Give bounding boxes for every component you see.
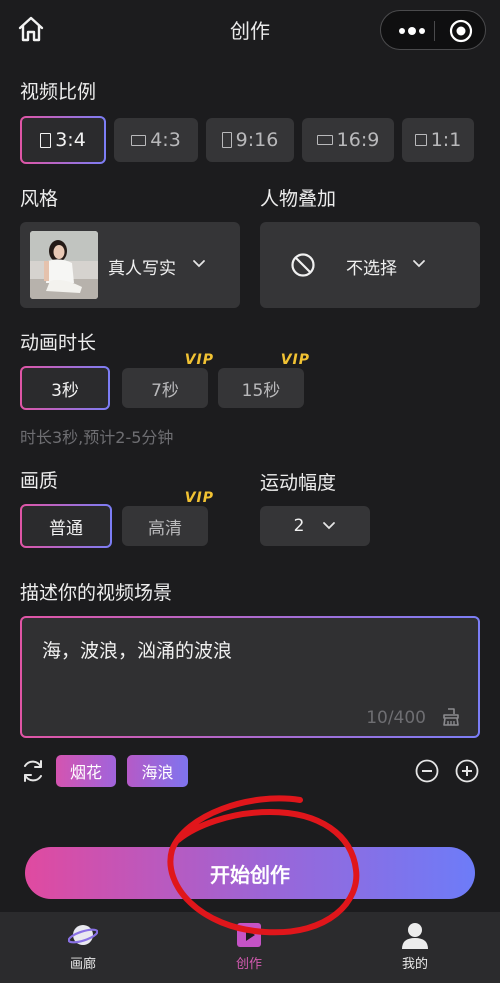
style-selector[interactable]: 真人写实	[20, 222, 240, 308]
suggestion-tag[interactable]: 海浪	[127, 755, 188, 787]
style-label: 风格	[20, 188, 59, 210]
tab-me[interactable]: 我的	[332, 912, 498, 983]
tab-create[interactable]: 创作	[166, 912, 332, 983]
duration-label: 动画时长	[20, 332, 97, 354]
quality-option-label: 普通	[49, 518, 83, 539]
tab-me-label: 我的	[401, 957, 428, 972]
scene-label: 描述你的视频场景	[20, 582, 173, 604]
person-overlay-value: 不选择	[346, 259, 397, 279]
chevron-down-icon	[323, 522, 336, 530]
ratio-option-9-16[interactable]: 9:16	[206, 118, 294, 162]
quality-option-hd[interactable]: 高清 VIP	[122, 490, 213, 546]
portrait-ratio-icon	[40, 132, 52, 148]
person-overlay-selector[interactable]: 不选择	[260, 222, 480, 308]
more-icon[interactable]	[395, 21, 429, 41]
ratio-option-1-1[interactable]: 1:1	[402, 118, 474, 162]
capsule-divider	[434, 21, 435, 41]
miniprogram-capsule	[380, 10, 486, 50]
quality-label: 画质	[20, 470, 59, 492]
square-ratio-icon	[414, 134, 427, 146]
plus-icon[interactable]	[454, 758, 480, 784]
clear-text-icon[interactable]	[440, 706, 462, 728]
chevron-down-icon	[193, 260, 205, 268]
wide-ratio-icon	[316, 135, 333, 145]
ratio-option-3-4[interactable]: 3:4	[20, 116, 106, 164]
motion-value: 2	[293, 516, 305, 536]
ratio-option-16-9[interactable]: 16:9	[302, 118, 394, 162]
top-bar: 创作	[0, 0, 500, 60]
ratio-option-4-3[interactable]: 4:3	[114, 118, 198, 162]
tab-gallery[interactable]: 画廊	[0, 912, 166, 983]
vip-badge: VIP	[184, 490, 214, 506]
duration-hint: 时长3秒,预计2-5分钟	[20, 428, 174, 447]
style-thumbnail	[30, 231, 98, 299]
refresh-icon[interactable]	[20, 758, 46, 784]
style-value: 真人写实	[108, 259, 176, 279]
character-counter: 10/400	[366, 708, 426, 728]
duration-option-7s[interactable]: 7秒 VIP	[122, 352, 213, 408]
no-selection-icon	[291, 253, 315, 277]
start-create-button[interactable]: 开始创作	[25, 847, 475, 899]
ratio-option-label: 3:4	[55, 129, 86, 151]
ratio-option-label: 16:9	[336, 129, 380, 151]
suggestion-tag[interactable]: 烟花	[56, 755, 116, 787]
play-icon	[237, 923, 261, 947]
minus-icon[interactable]	[414, 758, 440, 784]
duration-option-label: 3秒	[51, 380, 79, 401]
ratio-option-label: 9:16	[235, 129, 279, 151]
bottom-tab-bar: 画廊 创作 我的	[0, 912, 500, 983]
ratio-label: 视频比例	[20, 81, 97, 103]
close-miniprogram-icon[interactable]	[449, 19, 473, 43]
person-overlay-label: 人物叠加	[260, 188, 337, 210]
scene-textarea[interactable]: 海，波浪，汹涌的波浪 10/400	[20, 616, 480, 738]
duration-option-label: 15秒	[241, 380, 281, 401]
tab-gallery-label: 画廊	[69, 957, 96, 972]
quality-option-label: 高清	[148, 518, 182, 539]
tall-ratio-icon	[221, 132, 232, 148]
duration-option-label: 7秒	[151, 380, 179, 401]
duration-option-15s[interactable]: 15秒 VIP	[218, 352, 309, 408]
vip-badge: VIP	[184, 352, 214, 368]
landscape-ratio-icon	[131, 134, 147, 146]
motion-selector[interactable]: 2	[260, 506, 370, 546]
vip-badge: VIP	[280, 352, 310, 368]
chevron-down-icon	[413, 260, 425, 268]
motion-label: 运动幅度	[260, 472, 337, 494]
tab-create-label: 创作	[235, 957, 262, 972]
scene-text: 海，波浪，汹涌的波浪	[42, 640, 233, 662]
user-icon	[402, 923, 428, 949]
planet-icon	[68, 925, 98, 945]
ratio-option-label: 4:3	[150, 129, 181, 151]
quality-option-standard[interactable]: 普通	[20, 504, 112, 548]
duration-option-3s[interactable]: 3秒	[20, 366, 110, 410]
ratio-option-label: 1:1	[430, 129, 462, 151]
